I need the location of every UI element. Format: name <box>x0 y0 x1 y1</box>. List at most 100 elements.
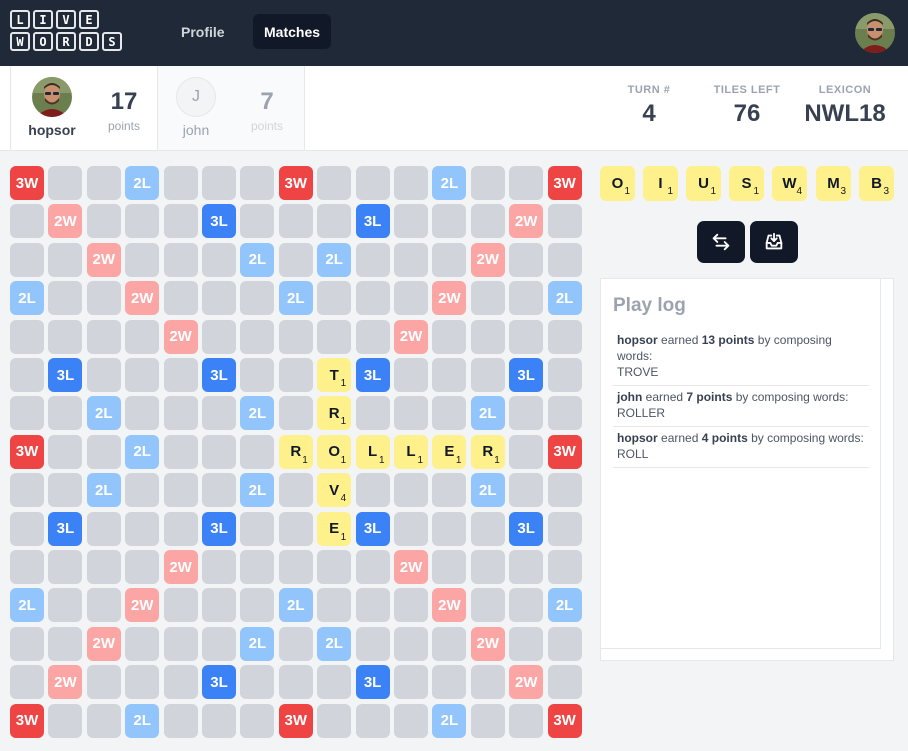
board-cell[interactable] <box>509 396 544 431</box>
board-cell[interactable] <box>355 242 390 277</box>
board-cell[interactable] <box>240 511 275 546</box>
board-cell[interactable] <box>278 358 313 392</box>
board-cell[interactable] <box>48 588 83 623</box>
board-cell[interactable] <box>317 319 352 354</box>
board-cell[interactable] <box>125 665 160 700</box>
board-cell[interactable] <box>125 473 160 508</box>
board-cell[interactable] <box>163 511 198 546</box>
board-cell-2w[interactable]: 2W <box>125 281 160 316</box>
board-cell-3l[interactable]: 3L <box>355 358 390 392</box>
board-cell[interactable] <box>202 550 236 584</box>
board-cell[interactable] <box>355 166 390 200</box>
board-cell[interactable] <box>163 473 198 508</box>
board-cell[interactable] <box>547 473 582 508</box>
rack-tile[interactable]: U1 <box>686 166 721 201</box>
board-cell[interactable] <box>240 281 275 316</box>
board-cell[interactable] <box>240 166 275 200</box>
board-cell[interactable] <box>470 665 505 700</box>
board-cell[interactable] <box>48 281 83 316</box>
board-cell-3w[interactable]: 3W <box>547 703 582 738</box>
board-cell[interactable] <box>432 626 467 661</box>
board-cell-2l[interactable]: 2L <box>278 281 313 316</box>
board-cell-2w[interactable]: 2W <box>48 665 83 700</box>
board-cell[interactable] <box>394 473 428 508</box>
board-cell-2l[interactable]: 2L <box>10 588 44 623</box>
board-cell[interactable] <box>470 281 505 316</box>
board-cell[interactable] <box>547 550 582 584</box>
board-cell[interactable] <box>278 473 313 508</box>
rack-tile[interactable]: I1 <box>643 166 678 201</box>
board-cell[interactable] <box>509 473 544 508</box>
board-cell-3l[interactable]: 3L <box>355 511 390 546</box>
board-cell-3w[interactable]: 3W <box>10 166 44 200</box>
board-cell[interactable] <box>10 511 44 546</box>
board-cell[interactable] <box>547 242 582 277</box>
board-cell[interactable] <box>432 511 467 546</box>
board-cell[interactable] <box>394 204 428 239</box>
board-tile[interactable]: E1 <box>317 511 352 546</box>
board-cell[interactable] <box>432 396 467 431</box>
board-tile[interactable]: T1 <box>317 358 352 392</box>
board-cell-2w[interactable]: 2W <box>86 242 121 277</box>
board-tile[interactable]: R1 <box>470 434 505 469</box>
board-cell[interactable] <box>470 358 505 392</box>
board-cell[interactable] <box>10 665 44 700</box>
board-cell[interactable] <box>240 434 275 469</box>
board-cell[interactable] <box>86 511 121 546</box>
board-cell[interactable] <box>509 703 544 738</box>
board-cell[interactable] <box>86 204 121 239</box>
rack-tile[interactable]: M3 <box>816 166 851 201</box>
board-cell[interactable] <box>240 358 275 392</box>
board-cell-2l[interactable]: 2L <box>240 396 275 431</box>
board-cell[interactable] <box>355 396 390 431</box>
board-cell[interactable] <box>394 665 428 700</box>
board-cell[interactable] <box>202 396 236 431</box>
board-cell[interactable] <box>125 550 160 584</box>
board-cell[interactable] <box>202 319 236 354</box>
board-cell[interactable] <box>240 588 275 623</box>
board-cell-2w[interactable]: 2W <box>163 550 198 584</box>
board-cell[interactable] <box>240 550 275 584</box>
board-cell[interactable] <box>163 665 198 700</box>
board-cell[interactable] <box>432 319 467 354</box>
board-cell[interactable] <box>317 703 352 738</box>
board-cell[interactable] <box>240 703 275 738</box>
rack-tile[interactable]: S1 <box>729 166 764 201</box>
board-cell-2w[interactable]: 2W <box>394 550 428 584</box>
board-cell-3l[interactable]: 3L <box>355 665 390 700</box>
board-cell[interactable] <box>317 204 352 239</box>
rack-tile[interactable]: W4 <box>772 166 807 201</box>
board-cell[interactable] <box>432 665 467 700</box>
board-cell-2l[interactable]: 2L <box>125 434 160 469</box>
board-cell-2l[interactable]: 2L <box>278 588 313 623</box>
board-tile[interactable]: R1 <box>278 434 313 469</box>
rack-tile[interactable]: O1 <box>600 166 635 201</box>
board-cell[interactable] <box>278 204 313 239</box>
board-cell[interactable] <box>547 511 582 546</box>
board-cell[interactable] <box>432 204 467 239</box>
board-cell[interactable] <box>240 665 275 700</box>
board-cell[interactable] <box>394 166 428 200</box>
board-cell[interactable] <box>48 434 83 469</box>
board-cell-2l[interactable]: 2L <box>547 588 582 623</box>
board-cell[interactable] <box>202 473 236 508</box>
board-cell[interactable] <box>355 319 390 354</box>
board-cell-3l[interactable]: 3L <box>202 511 236 546</box>
board-cell[interactable] <box>86 550 121 584</box>
board-cell[interactable] <box>10 358 44 392</box>
board-cell-2l[interactable]: 2L <box>86 473 121 508</box>
board-cell[interactable] <box>470 204 505 239</box>
board-cell[interactable] <box>394 588 428 623</box>
board-tile[interactable]: L1 <box>394 434 428 469</box>
board-cell[interactable] <box>86 703 121 738</box>
board-cell[interactable] <box>278 550 313 584</box>
board-cell[interactable] <box>432 358 467 392</box>
board-cell[interactable] <box>355 473 390 508</box>
board-cell[interactable] <box>509 319 544 354</box>
board-cell[interactable] <box>48 626 83 661</box>
board-tile[interactable]: E1 <box>432 434 467 469</box>
board-cell[interactable] <box>240 204 275 239</box>
board-cell[interactable] <box>355 626 390 661</box>
board-cell[interactable] <box>470 319 505 354</box>
board-cell-2w[interactable]: 2W <box>48 204 83 239</box>
